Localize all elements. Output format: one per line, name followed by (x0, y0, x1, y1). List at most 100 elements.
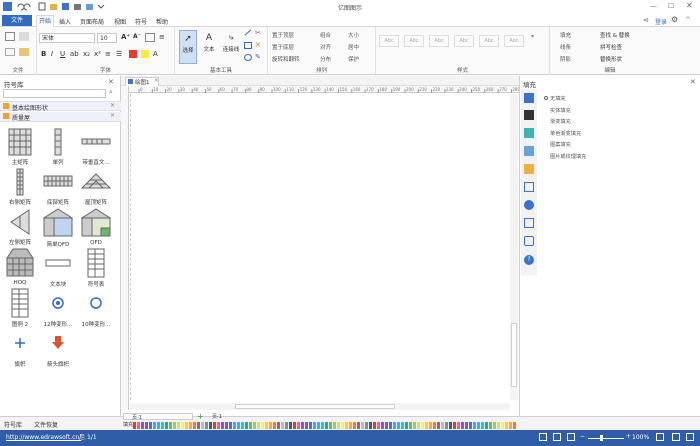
horizontal-scrollbar[interactable] (130, 403, 510, 410)
color-swatch[interactable] (233, 422, 236, 429)
color-swatch[interactable] (361, 422, 364, 429)
shape-symbol-table[interactable]: 符号表 (76, 248, 116, 288)
color-swatch[interactable] (457, 422, 460, 429)
fill-option-none[interactable]: 无填充 (544, 94, 694, 106)
color-swatch[interactable] (433, 422, 436, 429)
color-swatch[interactable] (513, 422, 516, 429)
color-swatch[interactable] (141, 422, 144, 429)
color-swatch[interactable] (169, 422, 172, 429)
zoom-slider-thumb[interactable] (600, 435, 603, 441)
color-swatch[interactable] (321, 422, 324, 429)
color-swatch[interactable] (277, 422, 280, 429)
color-swatch[interactable] (273, 422, 276, 429)
format-painter-icon[interactable] (19, 48, 29, 56)
color-swatch[interactable] (173, 422, 176, 429)
color-swatch[interactable] (145, 422, 148, 429)
text-box-icon[interactable] (145, 33, 155, 42)
color-swatch[interactable] (309, 422, 312, 429)
color-swatch[interactable] (245, 422, 248, 429)
superscript-icon[interactable]: x² (94, 50, 101, 58)
color-swatch[interactable] (481, 422, 484, 429)
subscript-icon[interactable]: x₂ (83, 50, 90, 58)
color-swatch[interactable] (381, 422, 384, 429)
color-swatch[interactable] (313, 422, 316, 429)
rotate-flip-button[interactable]: 旋转和翻转 (272, 55, 300, 63)
color-swatch[interactable] (193, 422, 196, 429)
shape-single-column[interactable]: 单列 (38, 128, 78, 166)
tab-view[interactable]: 视图 (114, 17, 126, 26)
shape-hoq[interactable]: HOQ (0, 248, 40, 286)
font-size-select[interactable]: 10 (97, 33, 117, 43)
color-swatch[interactable] (297, 422, 300, 429)
color-swatch[interactable] (181, 422, 184, 429)
shape-arrow-flag[interactable]: 箭头旗帜 (38, 328, 78, 368)
shape-bottom-matrix[interactable]: 底部矩阵 (38, 168, 78, 206)
color-swatch[interactable] (429, 422, 432, 429)
ellipse-tool-icon[interactable] (244, 54, 252, 61)
line-button[interactable]: 线条 (560, 43, 571, 51)
fit-page-icon[interactable] (539, 433, 547, 441)
color-swatch[interactable] (357, 422, 360, 429)
fill-button[interactable]: 填充 (560, 31, 571, 39)
page-select[interactable]: 页-1 (123, 413, 193, 421)
italic-icon[interactable]: I (51, 50, 53, 58)
color-swatch[interactable] (177, 422, 180, 429)
shadow-tab-icon[interactable] (524, 128, 534, 138)
style-thumb[interactable]: Abc (404, 35, 424, 47)
shape-12-variants[interactable]: 12种变形... (38, 288, 78, 328)
color-swatch[interactable] (385, 422, 388, 429)
color-swatch[interactable] (305, 422, 308, 429)
color-swatch[interactable] (261, 422, 264, 429)
color-swatch[interactable] (241, 422, 244, 429)
bullets-icon[interactable]: ≡ (159, 33, 165, 41)
find-replace-button[interactable]: 查找 & 替换 (600, 31, 630, 39)
document-icon[interactable] (524, 218, 534, 228)
color-swatch[interactable] (153, 422, 156, 429)
color-swatch[interactable] (461, 422, 464, 429)
shadow-button[interactable]: 阴影 (560, 55, 571, 63)
vertical-scroll-thumb[interactable] (511, 323, 517, 387)
color-swatch[interactable] (213, 422, 216, 429)
color-swatch[interactable] (217, 422, 220, 429)
color-swatch[interactable] (369, 422, 372, 429)
style-thumb[interactable]: Abc (429, 35, 449, 47)
color-swatch[interactable] (257, 422, 260, 429)
comment-icon[interactable] (524, 236, 534, 246)
line-spacing-icon[interactable]: ☰ (116, 50, 122, 58)
fill-tab-icon[interactable] (524, 93, 534, 103)
color-swatch[interactable] (425, 422, 428, 429)
image-tab-icon[interactable] (524, 146, 534, 156)
tab-page-layout[interactable]: 页面布局 (80, 17, 104, 26)
tab-home[interactable]: 开始 (36, 15, 54, 27)
color-swatch[interactable] (373, 422, 376, 429)
line-tab-icon[interactable] (524, 110, 534, 120)
color-swatch[interactable] (345, 422, 348, 429)
close-fill-panel-icon[interactable]: ✕ (690, 78, 696, 86)
shape-simple-qfd[interactable]: 简单QFD (38, 208, 78, 248)
color-swatch[interactable] (133, 422, 136, 429)
color-swatch[interactable] (325, 422, 328, 429)
replace-shape-button[interactable]: 替换形状 (600, 55, 622, 63)
color-swatch[interactable] (509, 422, 512, 429)
select-tool-button[interactable]: ➚ 选择 (179, 30, 197, 64)
color-swatch[interactable] (225, 422, 228, 429)
color-swatch[interactable] (397, 422, 400, 429)
color-swatch[interactable] (157, 422, 160, 429)
shrink-font-icon[interactable]: A⁻ (133, 33, 141, 40)
maximize-button[interactable]: ☐ (668, 2, 674, 10)
shape-roof-matrix[interactable]: 屋顶矩阵 (76, 168, 116, 206)
underline-icon[interactable]: U (60, 50, 65, 58)
color-swatch[interactable] (289, 422, 292, 429)
category-basic-shapes[interactable]: 基本绘图形状 ✕ (0, 101, 121, 112)
shape-left-matrix[interactable]: 左侧矩阵 (0, 208, 40, 246)
close-category-icon[interactable]: ✕ (110, 112, 115, 119)
shape-right-matrix[interactable]: 右侧矩阵 (0, 168, 40, 206)
color-swatch[interactable] (209, 422, 212, 429)
tab-symbol[interactable]: 符号 (135, 17, 147, 26)
view-mode-icon[interactable] (656, 433, 664, 441)
tab-help[interactable]: 帮助 (156, 17, 168, 26)
align-button[interactable]: 对齐 (320, 43, 331, 51)
zoom-in-icon[interactable]: + (626, 433, 631, 440)
color-swatch[interactable] (421, 422, 424, 429)
fill-option-gradient[interactable]: 渐变填充 (544, 117, 694, 129)
